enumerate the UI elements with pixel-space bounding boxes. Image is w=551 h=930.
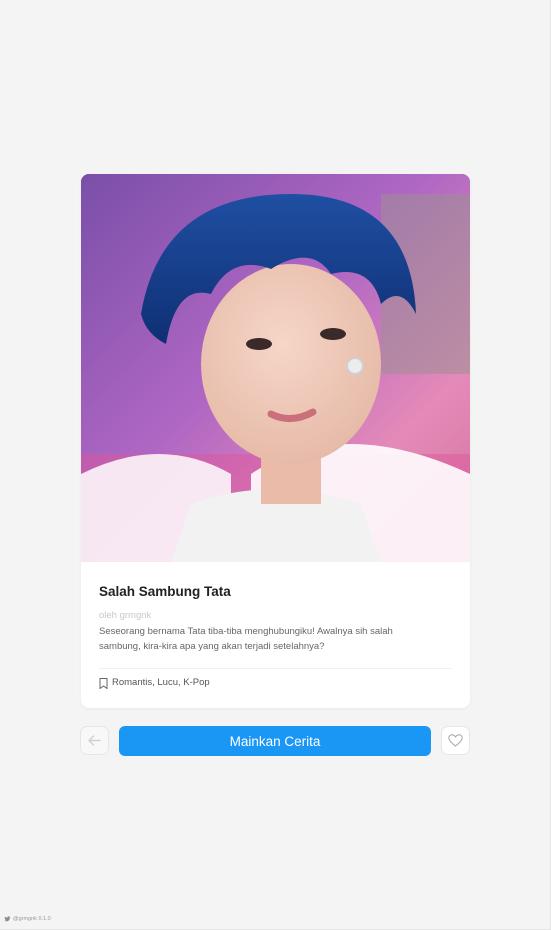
story-cover-image: [81, 174, 470, 562]
divider: [99, 668, 452, 669]
footer-credit: @grmgnk 0.1.0: [4, 915, 51, 923]
story-card: Salah Sambung Tata oleh grmgnk Seseorang…: [81, 174, 470, 708]
story-tags: Romantis, Lucu, K-Pop: [99, 676, 452, 690]
story-title: Salah Sambung Tata: [99, 584, 231, 599]
story-description: Seseorang bernama Tata tiba-tiba menghub…: [99, 626, 393, 652]
back-button[interactable]: [80, 726, 109, 755]
arrow-left-icon: [88, 735, 101, 746]
story-details: Salah Sambung Tata oleh grmgnk Seseorang…: [81, 562, 470, 690]
author-profile-link[interactable]: @grmgnk 0.1.0: [13, 915, 51, 923]
twitter-icon: [4, 916, 11, 922]
play-story-button[interactable]: Mainkan Cerita: [119, 726, 431, 756]
heart-icon: [448, 734, 463, 747]
bookmark-icon: [99, 677, 108, 689]
story-tags-text: Romantis, Lucu, K-Pop: [112, 677, 210, 688]
like-button[interactable]: [441, 726, 470, 755]
app-root: Salah Sambung Tata oleh grmgnk Seseorang…: [0, 0, 551, 930]
story-actions: Mainkan Cerita: [80, 726, 471, 756]
story-author: oleh grmgnk: [99, 610, 152, 621]
